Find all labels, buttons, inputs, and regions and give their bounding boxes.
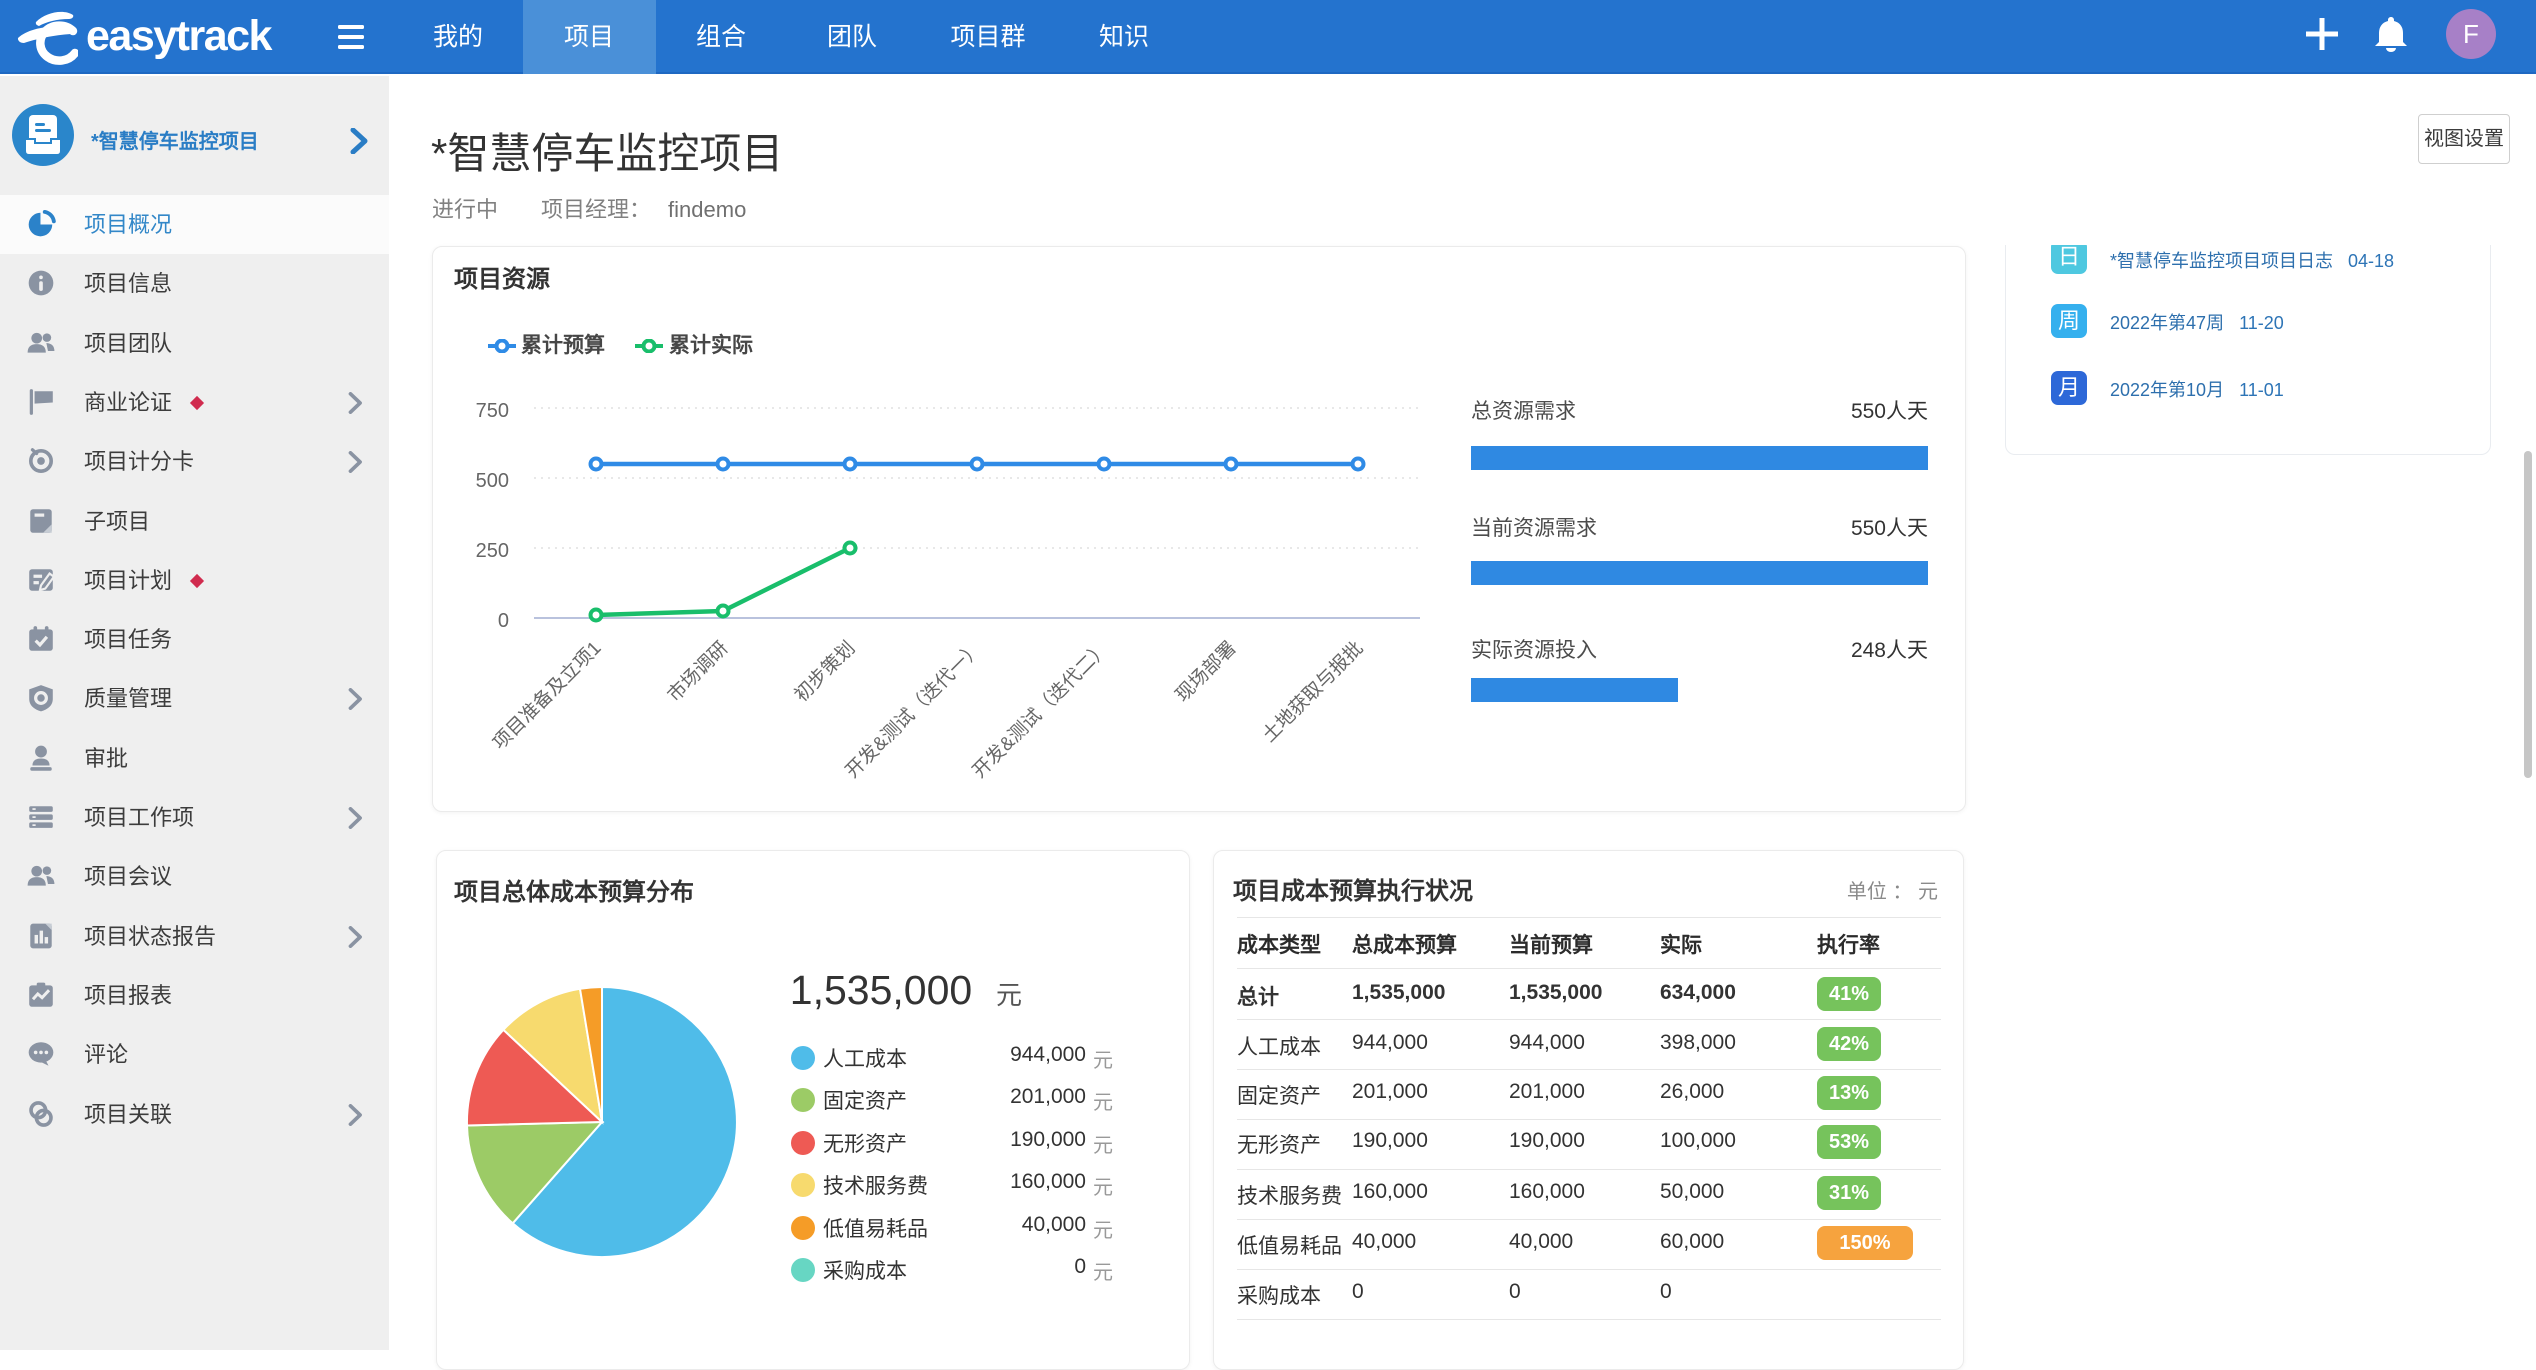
svg-text:250: 250	[476, 540, 509, 562]
svg-text:市场调研: 市场调研	[663, 637, 732, 706]
svg-text:750: 750	[476, 400, 509, 422]
svg-text:现场部署: 现场部署	[1171, 637, 1240, 706]
svg-text:初步策划: 初步策划	[790, 637, 859, 706]
svg-text:500: 500	[476, 470, 509, 492]
svg-text:开发&测试（迭代一）: 开发&测试（迭代一）	[841, 637, 986, 782]
svg-text:0: 0	[498, 610, 509, 632]
svg-text:开发&测试（迭代二）: 开发&测试（迭代二）	[968, 637, 1113, 782]
svg-text:项目准备及立项1: 项目准备及立项1	[488, 637, 605, 754]
svg-text:土地获取与报批: 土地获取与报批	[1258, 637, 1368, 747]
